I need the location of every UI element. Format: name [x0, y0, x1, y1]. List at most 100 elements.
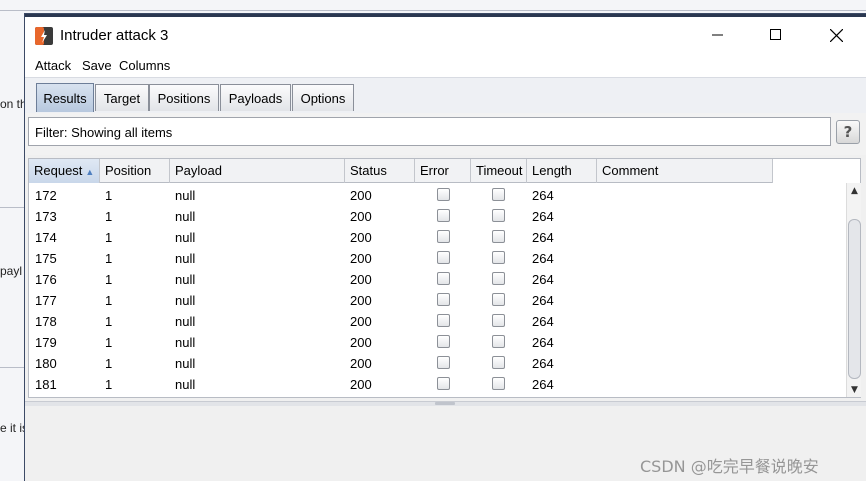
- cell-status: 200: [350, 335, 372, 350]
- cell-request: 176: [35, 272, 57, 287]
- cell-payload: null: [175, 356, 196, 371]
- cell-length: 264: [532, 251, 554, 266]
- cell-position: 1: [105, 209, 113, 224]
- window-title: Intruder attack 3: [60, 27, 169, 44]
- burp-intruder-icon: [35, 27, 53, 45]
- column-header-label: Request: [34, 163, 83, 178]
- filter-area: Filter: Showing all items ?: [25, 113, 866, 155]
- timeout-checkbox: [492, 335, 505, 348]
- timeout-checkbox: [492, 230, 505, 243]
- close-icon: [829, 28, 843, 42]
- splitter-grip-icon[interactable]: [435, 402, 455, 405]
- background-divider: [0, 367, 24, 368]
- cell-request: 172: [35, 188, 57, 203]
- tab-target[interactable]: Target: [95, 84, 149, 111]
- cell-length: 264: [532, 230, 554, 245]
- error-checkbox: [437, 188, 450, 201]
- column-header-timeout[interactable]: Timeout: [471, 159, 527, 183]
- cell-payload: null: [175, 293, 196, 308]
- timeout-checkbox: [492, 251, 505, 264]
- cell-position: 1: [105, 314, 113, 329]
- cell-status: 200: [350, 314, 372, 329]
- cell-payload: null: [175, 209, 196, 224]
- cell-position: 1: [105, 356, 113, 371]
- column-header-request[interactable]: Request ▲: [29, 159, 100, 183]
- table-row[interactable]: 177 1 null 200 264: [29, 289, 847, 310]
- error-checkbox: [437, 377, 450, 390]
- cell-request: 175: [35, 251, 57, 266]
- cell-status: 200: [350, 230, 372, 245]
- table-row[interactable]: 174 1 null 200 264: [29, 226, 847, 247]
- table-row[interactable]: 172 1 null 200 264: [29, 184, 847, 205]
- menu-save[interactable]: Save: [82, 58, 112, 73]
- timeout-checkbox: [492, 272, 505, 285]
- timeout-checkbox: [492, 356, 505, 369]
- vertical-scrollbar[interactable]: ▲ ▼: [846, 183, 861, 397]
- cell-position: 1: [105, 377, 113, 392]
- tab-positions[interactable]: Positions: [149, 84, 219, 111]
- column-header-comment[interactable]: Comment: [597, 159, 773, 183]
- cell-payload: null: [175, 377, 196, 392]
- column-header-length[interactable]: Length: [527, 159, 597, 183]
- cell-length: 264: [532, 377, 554, 392]
- column-header-position[interactable]: Position: [100, 159, 170, 183]
- cell-length: 264: [532, 188, 554, 203]
- error-checkbox: [437, 272, 450, 285]
- cell-request: 179: [35, 335, 57, 350]
- table-row[interactable]: 179 1 null 200 264: [29, 331, 847, 352]
- help-button[interactable]: ?: [836, 120, 860, 144]
- timeout-checkbox: [492, 314, 505, 327]
- error-checkbox: [437, 314, 450, 327]
- cell-payload: null: [175, 230, 196, 245]
- background-text: payl: [0, 264, 23, 278]
- column-header-payload[interactable]: Payload: [170, 159, 345, 183]
- tab-results[interactable]: Results: [36, 83, 94, 112]
- table-row[interactable]: 176 1 null 200 264: [29, 268, 847, 289]
- filter-bar[interactable]: Filter: Showing all items: [28, 117, 831, 146]
- timeout-checkbox: [492, 293, 505, 306]
- filter-label: Filter: Showing all items: [35, 125, 173, 140]
- table-row[interactable]: 173 1 null 200 264: [29, 205, 847, 226]
- maximize-button[interactable]: [753, 17, 799, 53]
- tab-payloads[interactable]: Payloads: [220, 84, 291, 111]
- close-button[interactable]: [813, 17, 859, 53]
- menu-columns[interactable]: Columns: [119, 58, 170, 73]
- title-bar[interactable]: Intruder attack 3: [25, 17, 866, 55]
- table-row[interactable]: 181 1 null 200 264: [29, 373, 847, 394]
- menu-attack[interactable]: Attack: [35, 58, 71, 73]
- table-body: 172 1 null 200 264 173 1 null 200 264 174 1 null 200 2…: [29, 184, 847, 397]
- table-row[interactable]: 175 1 null 200 264: [29, 247, 847, 268]
- cell-position: 1: [105, 293, 113, 308]
- table-row[interactable]: 178 1 null 200 264: [29, 310, 847, 331]
- scroll-up-icon[interactable]: ▲: [847, 183, 862, 198]
- column-header-status[interactable]: Status: [345, 159, 415, 183]
- cell-status: 200: [350, 293, 372, 308]
- cell-status: 200: [350, 209, 372, 224]
- cell-payload: null: [175, 272, 196, 287]
- cell-position: 1: [105, 272, 113, 287]
- cell-payload: null: [175, 335, 196, 350]
- error-checkbox: [437, 356, 450, 369]
- cell-position: 1: [105, 230, 113, 245]
- cell-request: 181: [35, 377, 57, 392]
- cell-request: 173: [35, 209, 57, 224]
- scroll-thumb[interactable]: [848, 219, 861, 379]
- intruder-window: Intruder attack 3 Attack Save Columns Re…: [24, 13, 866, 481]
- watermark: CSDN @吃完早餐说晚安: [640, 457, 819, 476]
- timeout-checkbox: [492, 377, 505, 390]
- table-row[interactable]: 180 1 null 200 264: [29, 352, 847, 373]
- error-checkbox: [437, 335, 450, 348]
- cell-request: 174: [35, 230, 57, 245]
- minimize-button[interactable]: [695, 17, 741, 53]
- scroll-down-icon[interactable]: ▼: [847, 382, 862, 397]
- background-divider: [0, 207, 24, 208]
- timeout-checkbox: [492, 209, 505, 222]
- cell-status: 200: [350, 272, 372, 287]
- error-checkbox: [437, 209, 450, 222]
- column-header-error[interactable]: Error: [415, 159, 471, 183]
- cell-position: 1: [105, 335, 113, 350]
- cell-status: 200: [350, 251, 372, 266]
- help-icon: ?: [843, 123, 853, 141]
- error-checkbox: [437, 251, 450, 264]
- tab-options[interactable]: Options: [292, 84, 354, 111]
